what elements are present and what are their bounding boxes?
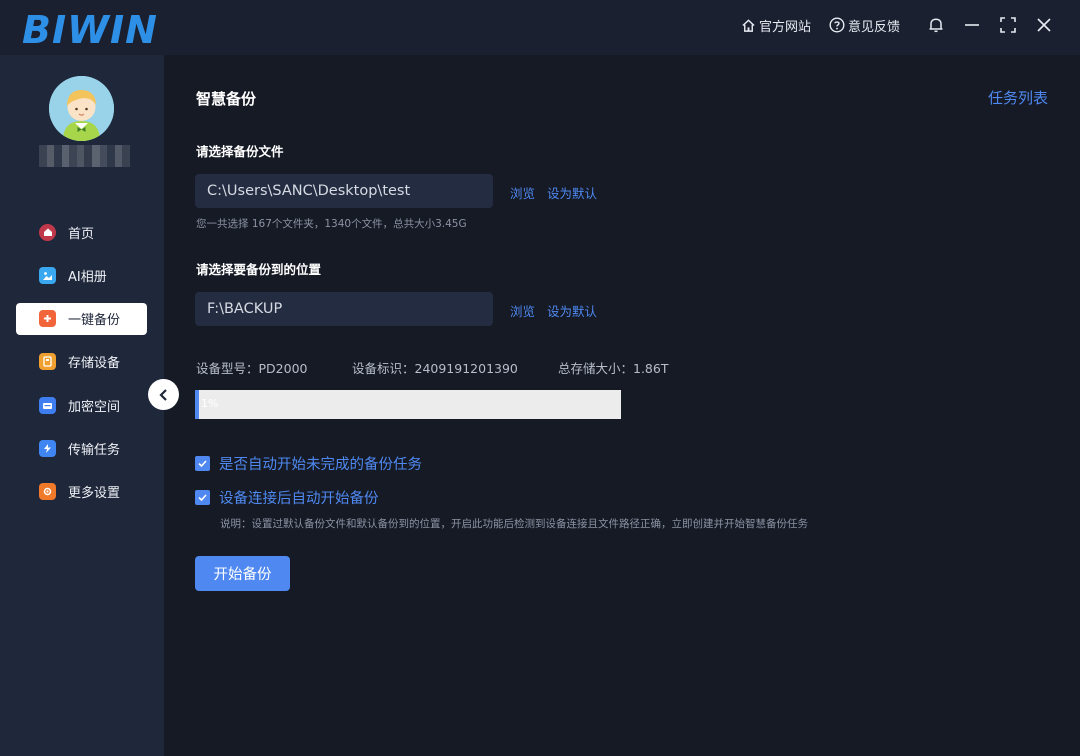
destination-browse-link[interactable]: 浏览 [510,301,535,320]
sidebar-item-one-click-backup[interactable]: 一键备份 [16,302,147,335]
auto-resume-option[interactable]: 是否自动开始未完成的备份任务 [195,453,422,474]
sidebar-item-encrypted-space[interactable]: 加密空间 [16,389,147,421]
sidebar-item-ai-album[interactable]: AI相册 [16,259,147,291]
sidebar-nav: 首页 AI相册 一键备份 存储设备 加密空间 传输任务 更多设置 [16,216,147,519]
sidebar-item-label: 首页 [68,226,95,242]
more-settings-icon [39,483,56,501]
sidebar-item-label: 加密空间 [68,399,121,415]
check-icon [198,460,207,468]
option-note: 说明：设置过默认备份文件和默认备份到的位置，开启此功能后检测到设备连接且文件路径… [220,518,808,530]
close-icon [1037,18,1051,32]
sidebar-item-label: 存储设备 [68,356,121,372]
auto-start-label: 设备连接后自动开始备份 [219,491,379,507]
page-title: 智慧备份 [196,90,257,108]
bell-icon [929,18,943,33]
feedback-link[interactable]: 意见反馈 [829,16,900,35]
destination-path-input[interactable] [195,292,493,326]
sidebar-item-label: AI相册 [68,269,107,285]
user-avatar-illustration [49,76,114,141]
device-model: 设备型号：PD2000 [196,361,308,376]
destination-label: 请选择要备份到的位置 [196,262,322,277]
progress-fill [195,390,200,419]
source-path-input[interactable] [195,174,493,208]
sidebar-item-label: 一键备份 [68,313,121,329]
title-bar: BIWIN 官方网站 意见反馈 [0,0,1080,55]
sidebar: 首页 AI相册 一键备份 存储设备 加密空间 传输任务 更多设置 [0,55,164,756]
fullscreen-button[interactable] [990,10,1026,40]
auto-start-on-connect-option[interactable]: 设备连接后自动开始备份 [195,487,379,508]
task-list-link[interactable]: 任务列表 [988,87,1048,108]
auto-resume-label: 是否自动开始未完成的备份任务 [219,457,422,473]
sidebar-item-more-settings[interactable]: 更多设置 [16,476,147,508]
close-button[interactable] [1026,10,1062,40]
feedback-label: 意见反馈 [847,19,900,35]
help-circle-icon [829,17,845,33]
username-blurred [39,145,130,167]
destination-set-default-link[interactable]: 设为默认 [547,301,597,320]
auto-start-checkbox[interactable] [195,490,210,505]
source-set-default-link[interactable]: 设为默认 [547,183,597,202]
encrypted-space-icon [39,396,56,414]
transfer-task-icon [39,439,56,457]
device-capacity: 总存储大小：1.86T [558,361,669,376]
title-bar-actions: 官方网站 意见反馈 [741,0,1062,50]
sidebar-item-label: 更多设置 [68,486,121,502]
backup-progress-bar: 1% [195,390,621,419]
backup-icon [39,310,56,328]
start-backup-button[interactable]: 开始备份 [195,556,290,591]
notification-button[interactable] [918,10,954,40]
sidebar-item-label: 传输任务 [68,442,121,458]
official-site-link[interactable]: 官方网站 [741,16,811,35]
home-icon [39,223,56,241]
sidebar-item-transfer-task[interactable]: 传输任务 [16,432,147,464]
source-label: 请选择备份文件 [196,144,284,159]
official-site-label: 官方网站 [758,19,811,35]
main-content: 智慧备份 任务列表 请选择备份文件 浏览 设为默认 您一共选择 167个文件夹，… [164,55,1080,756]
sidebar-item-storage-device[interactable]: 存储设备 [16,346,147,378]
biwin-logo: BIWIN [22,8,158,48]
check-icon [198,494,207,502]
source-browse-link[interactable]: 浏览 [510,183,535,202]
home-icon [742,18,755,32]
svg-text:BIWIN: BIWIN [22,8,158,48]
device-id: 设备标识：2409191201390 [352,361,518,376]
photo-album-icon [39,266,56,284]
minimize-button[interactable] [954,10,990,40]
sidebar-item-home[interactable]: 首页 [16,216,147,248]
fullscreen-icon [1000,17,1016,33]
storage-device-icon [39,353,56,371]
avatar[interactable] [49,76,114,141]
auto-resume-checkbox[interactable] [195,456,210,471]
progress-text: 1% [201,397,219,410]
source-summary: 您一共选择 167个文件夹，1340个文件，总共大小3.45G [196,218,467,230]
minimize-icon [965,24,979,26]
